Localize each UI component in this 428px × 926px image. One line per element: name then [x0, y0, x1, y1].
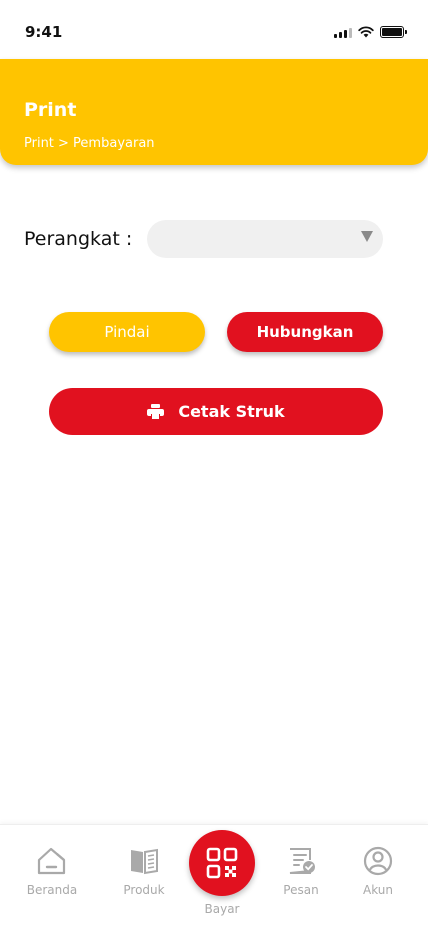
connect-button-label: Hubungkan: [256, 323, 354, 341]
print-receipt-button[interactable]: Cetak Struk: [49, 388, 383, 435]
home-icon: [37, 847, 66, 875]
status-time: 9:41: [25, 23, 63, 41]
status-bar: 9:41: [0, 0, 428, 60]
nav-item-bayar[interactable]: [189, 830, 255, 896]
nav-item-pesan[interactable]: Pesan: [261, 845, 341, 897]
nav-item-produk[interactable]: Produk: [104, 845, 184, 897]
scan-button-label: Pindai: [104, 323, 150, 341]
book-icon: [131, 848, 158, 875]
nav-label-pesan: Pesan: [283, 883, 319, 897]
nav-label-akun: Akun: [363, 883, 393, 897]
device-label: Perangkat :: [24, 228, 133, 250]
order-check-icon: [289, 848, 315, 874]
nav-label-beranda: Beranda: [26, 883, 78, 897]
status-icons: [334, 26, 407, 38]
wifi-icon: [358, 26, 374, 38]
cellular-signal-icon: [334, 27, 352, 38]
print-receipt-label: Cetak Struk: [178, 402, 285, 421]
nav-item-akun[interactable]: Akun: [338, 845, 418, 897]
printer-icon: [147, 403, 165, 420]
scan-button[interactable]: Pindai: [49, 312, 205, 352]
breadcrumb: Print > Pembayaran: [24, 136, 155, 151]
device-select[interactable]: [147, 220, 383, 258]
nav-item-beranda[interactable]: Beranda: [12, 845, 92, 897]
qr-code-icon: [206, 847, 238, 879]
page-title: Print: [24, 99, 77, 121]
battery-icon: [380, 26, 407, 38]
page-header: Print Print > Pembayaran: [0, 59, 428, 165]
nav-label-produk: Produk: [123, 883, 165, 897]
connect-button[interactable]: Hubungkan: [227, 312, 383, 352]
dropdown-arrow-icon: [361, 231, 373, 242]
nav-label-bayar: Bayar: [204, 902, 240, 916]
user-circle-icon: [363, 846, 393, 876]
